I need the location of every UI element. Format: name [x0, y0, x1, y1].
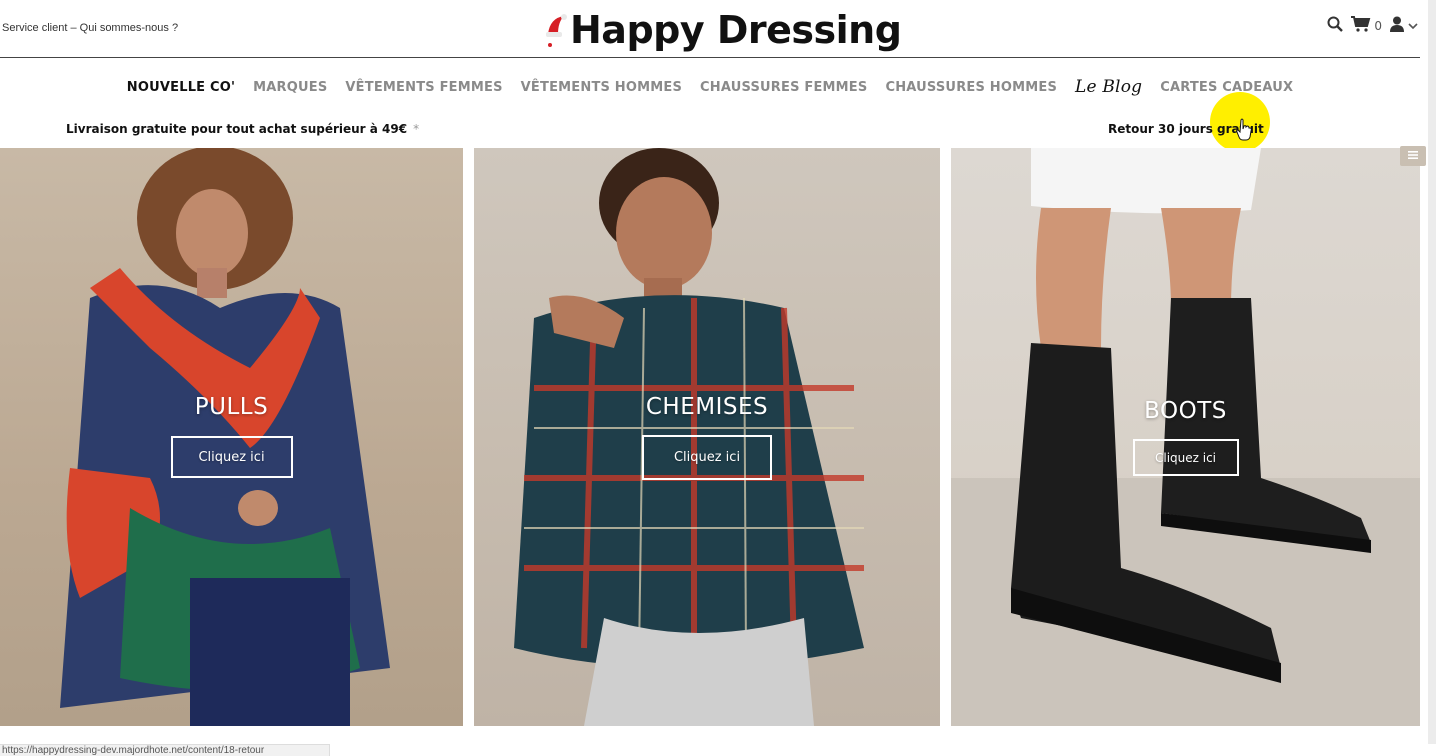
cta-button-boots[interactable]: Cliquez ici — [1132, 439, 1239, 476]
category-card-boots[interactable]: BOOTS Cliquez ici — [951, 148, 1420, 726]
user-icon — [1390, 16, 1404, 36]
user-menu[interactable] — [1390, 16, 1418, 36]
category-card-chemises[interactable]: CHEMISES Cliquez ici — [474, 148, 940, 726]
card-title-boots: BOOTS — [1144, 398, 1227, 424]
top-header: Service client – Qui sommes-nous ? Happy… — [0, 0, 1436, 58]
chevron-down-icon — [1408, 19, 1418, 34]
nav-item-vetements-femmes[interactable]: VÊTEMENTS FEMMES — [345, 80, 502, 95]
cart-icon — [1351, 16, 1371, 36]
free-shipping-notice: Livraison gratuite pour tout achat supér… — [66, 122, 419, 136]
category-card-pulls[interactable]: PULLS Cliquez ici — [0, 148, 463, 726]
cart-button[interactable]: 0 — [1351, 16, 1382, 36]
card-title-chemises: CHEMISES — [645, 394, 769, 420]
cart-count: 0 — [1374, 19, 1382, 33]
free-shipping-asterisk: * — [413, 122, 420, 136]
nav-item-nouvelle-co[interactable]: NOUVELLE CO' — [127, 80, 235, 95]
card-title-pulls: PULLS — [194, 394, 269, 420]
logo-text: Happy Dressing — [570, 8, 902, 52]
nav-item-vetements-hommes[interactable]: VÊTEMENTS HOMMES — [521, 80, 682, 95]
nav-item-cartes-cadeaux[interactable]: CARTES CADEAUX — [1160, 80, 1293, 95]
cta-button-pulls[interactable]: Cliquez ici — [170, 436, 293, 478]
side-menu-toggle[interactable] — [1400, 146, 1426, 166]
nav-item-blog[interactable]: Le Blog — [1075, 77, 1142, 97]
page-scrollbar[interactable] — [1428, 0, 1436, 744]
header-divider — [0, 57, 1420, 58]
header-actions: 0 — [1327, 16, 1418, 36]
search-icon[interactable] — [1327, 16, 1344, 36]
browser-status-bar: https://happydressing-dev.majordhote.net… — [0, 744, 330, 756]
boots-photo — [951, 148, 1420, 726]
hand-cursor-icon — [1236, 118, 1252, 142]
nav-item-chaussures-femmes[interactable]: CHAUSSURES FEMMES — [700, 80, 867, 95]
main-nav: NOUVELLE CO' MARQUES VÊTEMENTS FEMMES VÊ… — [0, 74, 1420, 100]
nav-item-chaussures-hommes[interactable]: CHAUSSURES HOMMES — [885, 80, 1057, 95]
service-client-link[interactable]: Service client – Qui sommes-nous ? — [2, 22, 178, 34]
free-shipping-text: Livraison gratuite pour tout achat supér… — [66, 122, 408, 136]
site-logo[interactable]: Happy Dressing — [544, 6, 902, 54]
cta-button-chemises[interactable]: Cliquez ici — [642, 435, 772, 480]
menu-icon — [1408, 149, 1418, 163]
nav-item-marques[interactable]: MARQUES — [253, 80, 327, 95]
santa-hat-icon — [544, 12, 570, 48]
